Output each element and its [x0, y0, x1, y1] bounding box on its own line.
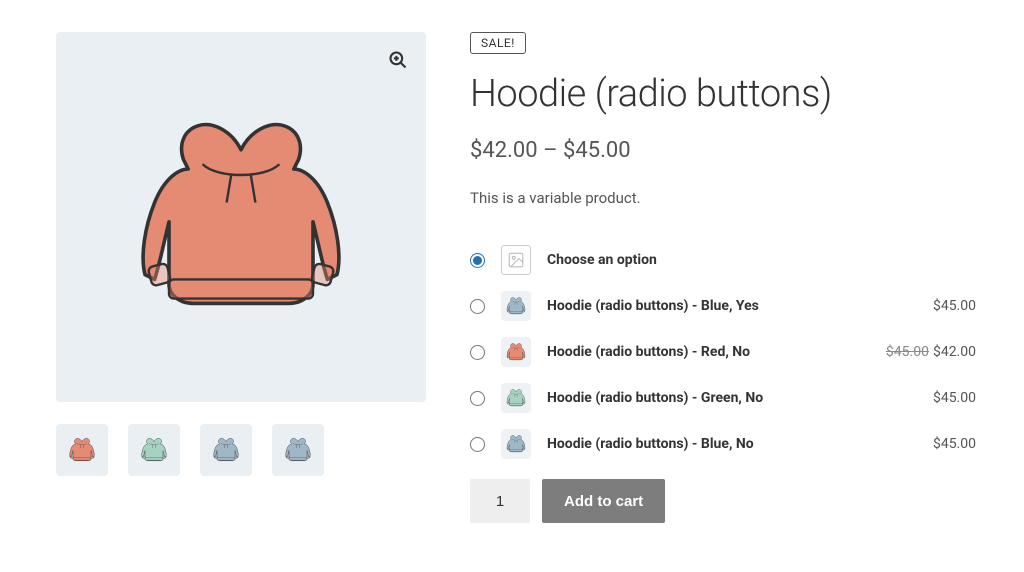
sale-badge: SALE!	[470, 32, 526, 54]
variation-label: Hoodie (radio buttons) - Blue, Yes	[547, 298, 759, 314]
variation-option[interactable]: Hoodie (radio buttons) - Blue, No $45.00	[470, 429, 976, 459]
variation-label: Hoodie (radio buttons) - Red, No	[547, 344, 750, 360]
product-main-image[interactable]	[56, 32, 426, 402]
product-summary: SALE! Hoodie (radio buttons) $42.00 – $4…	[470, 32, 976, 523]
variation-price: $45.00	[933, 298, 976, 314]
variation-price: $45.00	[933, 390, 976, 406]
variation-price: $45.00	[933, 436, 976, 452]
variation-option[interactable]: Hoodie (radio buttons) - Green, No $45.0…	[470, 383, 976, 413]
variation-old-price: $45.00	[886, 344, 929, 360]
variation-option-default[interactable]: Choose an option	[470, 245, 976, 275]
variation-price: $45.00$42.00	[886, 344, 976, 360]
thumbnail[interactable]	[200, 424, 252, 476]
product-title: Hoodie (radio buttons)	[470, 72, 976, 116]
price-range: $42.00 – $45.00	[470, 138, 976, 163]
variation-radio[interactable]	[470, 437, 485, 452]
short-description: This is a variable product.	[470, 189, 976, 207]
variation-radio[interactable]	[470, 299, 485, 314]
variation-label: Hoodie (radio buttons) - Green, No	[547, 390, 763, 406]
quantity-input[interactable]	[470, 479, 530, 523]
product-gallery	[56, 32, 426, 523]
thumbnail[interactable]	[128, 424, 180, 476]
variation-radio[interactable]	[470, 391, 485, 406]
variation-options: Choose an option Hoodie (radio buttons) …	[470, 245, 976, 459]
variation-radio[interactable]	[470, 253, 485, 268]
variation-option[interactable]: Hoodie (radio buttons) - Red, No $45.00$…	[470, 337, 976, 367]
variation-swatch	[501, 383, 531, 413]
variation-option[interactable]: Hoodie (radio buttons) - Blue, Yes $45.0…	[470, 291, 976, 321]
variation-swatch	[501, 337, 531, 367]
variation-label: Choose an option	[547, 252, 657, 268]
variation-radio[interactable]	[470, 345, 485, 360]
zoom-icon[interactable]	[384, 46, 412, 74]
variation-label: Hoodie (radio buttons) - Blue, No	[547, 436, 754, 452]
variation-swatch	[501, 291, 531, 321]
hoodie-illustration	[121, 97, 361, 337]
product-thumbnails	[56, 424, 426, 476]
thumbnail[interactable]	[272, 424, 324, 476]
add-to-cart-button[interactable]: Add to cart	[542, 479, 665, 523]
placeholder-image-icon	[501, 245, 531, 275]
cart-actions: Add to cart	[470, 479, 976, 523]
variation-swatch	[501, 429, 531, 459]
thumbnail[interactable]	[56, 424, 108, 476]
